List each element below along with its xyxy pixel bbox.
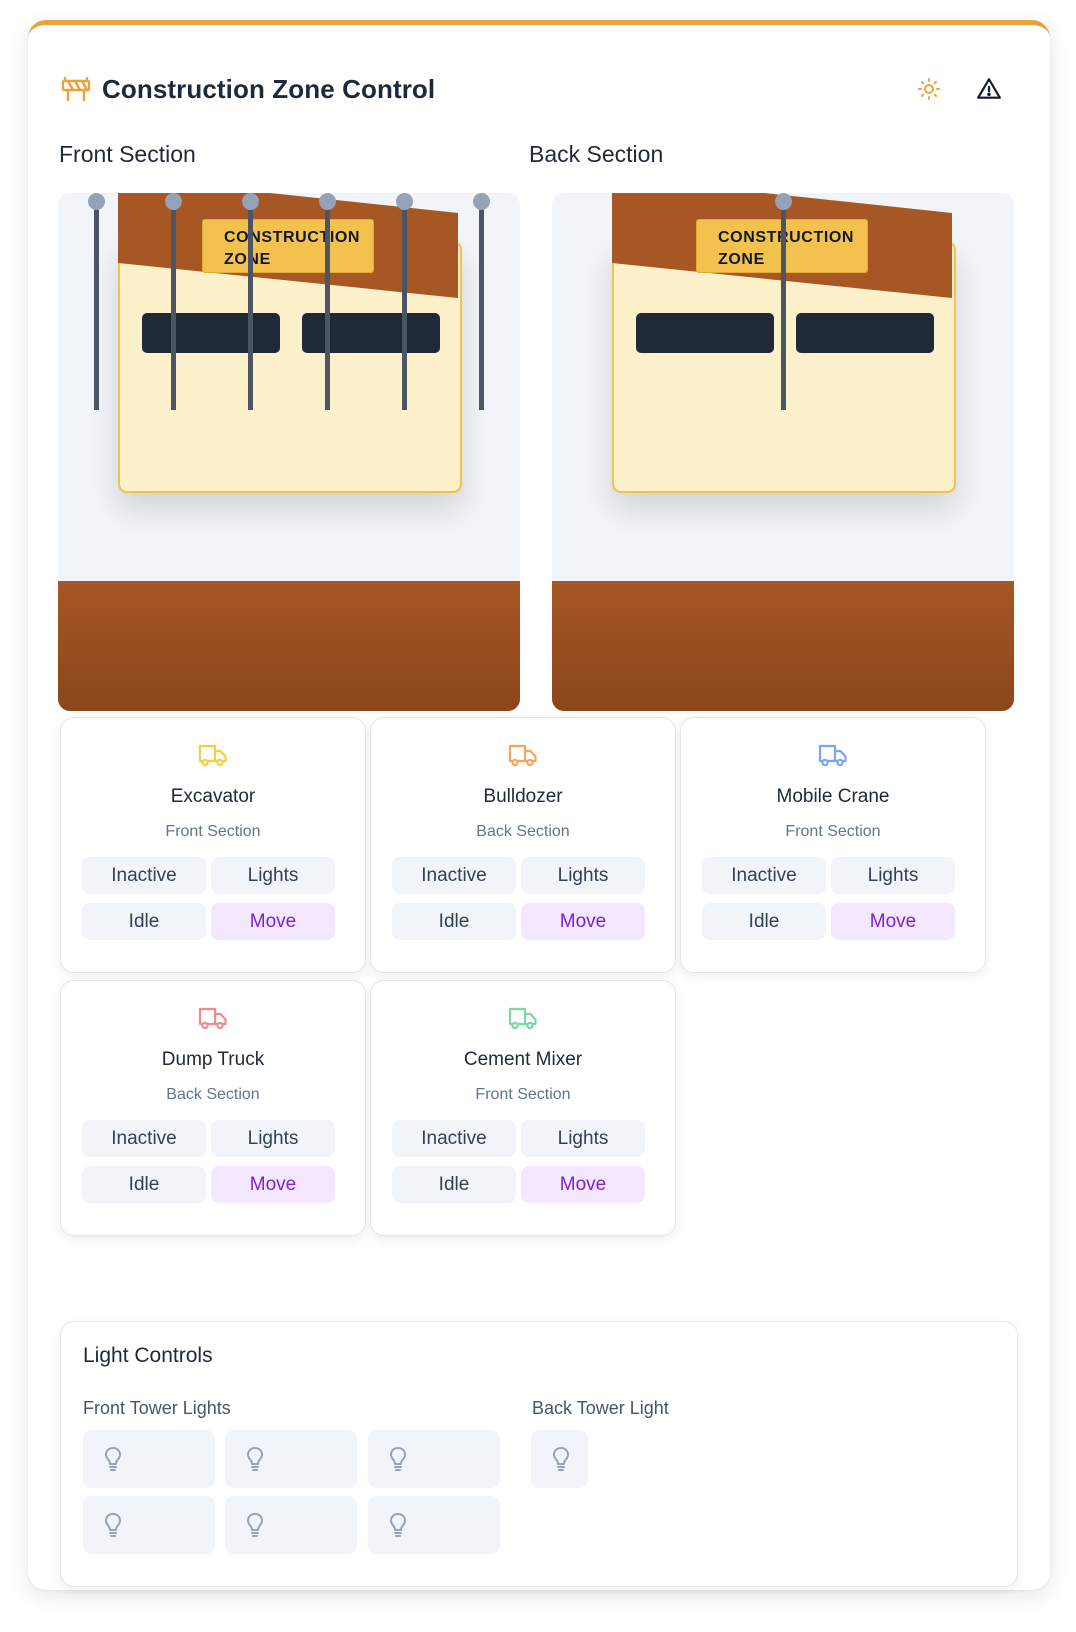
front-tower-light-button[interactable] [368, 1496, 500, 1554]
front-tower-light-button[interactable] [225, 1430, 357, 1488]
lightbulb-icon [245, 1512, 265, 1538]
vehicle-name: Cement Mixer [463, 1049, 583, 1070]
page-title: Construction Zone Control [102, 73, 436, 104]
sign-line: ZONE [224, 249, 373, 271]
back-section-label: Back Section [529, 141, 664, 167]
light-pole [473, 193, 490, 410]
back-section-scene: CONSTRUCTION ZONE [552, 193, 1014, 711]
inactive-button[interactable]: Inactive [392, 857, 516, 894]
front-tower-light-button[interactable] [368, 1430, 500, 1488]
idle-button[interactable]: Idle [392, 1166, 516, 1203]
move-button[interactable]: Move [211, 1166, 335, 1203]
building-window [796, 313, 934, 353]
front-section-scene: CONSTRUCTION ZONE [58, 193, 520, 711]
ground [552, 581, 1014, 711]
building-window [636, 313, 774, 353]
vehicle-location: Back Section [476, 823, 570, 840]
move-button[interactable]: Move [521, 903, 645, 940]
construction-sign: CONSTRUCTION ZONE [202, 219, 374, 273]
vehicle-card: Excavator Front Section Inactive Lights Idle… [60, 717, 366, 973]
lightbulb-icon [388, 1512, 408, 1538]
inactive-button[interactable]: Inactive [702, 857, 826, 894]
light-pole [396, 193, 413, 410]
truck-icon [371, 1005, 675, 1031]
lights-button[interactable]: Lights [521, 857, 645, 894]
vehicle-location: Front Section [165, 823, 261, 840]
building-window [142, 313, 280, 353]
header: Construction Zone Control [60, 67, 1018, 111]
vehicle-card: Bulldozer Back Section Inactive Lights Idle M… [370, 717, 676, 973]
warning-icon[interactable] [970, 70, 1008, 108]
move-button[interactable]: Move [211, 903, 335, 940]
idle-button[interactable]: Idle [82, 1166, 206, 1203]
light-pole [88, 193, 105, 410]
light-pole [242, 193, 259, 410]
idle-button[interactable]: Idle [82, 903, 206, 940]
idle-button[interactable]: Idle [392, 903, 516, 940]
header-actions [910, 70, 1018, 108]
light-controls-title: Light Controls [83, 1344, 213, 1367]
lights-button[interactable]: Lights [211, 857, 335, 894]
sign-line: CONSTRUCTION [224, 229, 361, 246]
lightbulb-icon [103, 1512, 123, 1538]
inactive-button[interactable]: Inactive [82, 1120, 206, 1157]
lightbulb-icon [388, 1446, 408, 1472]
inactive-button[interactable]: Inactive [82, 857, 206, 894]
vehicle-card: Dump Truck Back Section Inactive Lights Idle… [60, 980, 366, 1236]
inactive-button[interactable]: Inactive [392, 1120, 516, 1157]
lights-button[interactable]: Lights [521, 1120, 645, 1157]
truck-icon [61, 1005, 365, 1031]
idle-button[interactable]: Idle [702, 903, 826, 940]
front-tower-light-button[interactable] [83, 1430, 215, 1488]
lights-button[interactable]: Lights [211, 1120, 335, 1157]
move-button[interactable]: Move [521, 1166, 645, 1203]
light-pole [775, 193, 792, 410]
light-pole [319, 193, 336, 410]
vehicle-location: Front Section [475, 1086, 571, 1103]
roadblock-icon [60, 73, 92, 105]
back-tower-light-button[interactable] [531, 1430, 588, 1488]
building-window [302, 313, 440, 353]
construction-zone-panel: Construction Zone Control Front Section … [28, 20, 1050, 1590]
lights-button[interactable]: Lights [831, 857, 955, 894]
vehicle-location: Front Section [785, 823, 881, 840]
sign-line: ZONE [718, 251, 765, 268]
ground [58, 581, 520, 711]
truck-icon [681, 742, 985, 768]
front-section-label: Front Section [59, 141, 196, 167]
vehicle-name: Bulldozer [483, 786, 563, 807]
vehicle-name: Excavator [170, 786, 256, 807]
vehicle-name: Mobile Crane [776, 786, 890, 807]
sign-line: CONSTRUCTION [718, 229, 855, 246]
move-button[interactable]: Move [831, 903, 955, 940]
light-controls-card: Light Controls Front Tower Lights Back T… [60, 1321, 1018, 1587]
vehicle-location: Back Section [166, 1086, 260, 1103]
lightbulb-icon [551, 1446, 571, 1472]
vehicle-card: Mobile Crane Front Section Inactive Lights I… [680, 717, 986, 973]
truck-icon [61, 742, 365, 768]
front-tower-light-button[interactable] [225, 1496, 357, 1554]
back-tower-light-label: Back Tower Light [532, 1398, 669, 1418]
front-tower-light-button[interactable] [83, 1496, 215, 1554]
lightbulb-icon [245, 1446, 265, 1472]
truck-icon [371, 742, 675, 768]
front-tower-lights-label: Front Tower Lights [83, 1398, 231, 1418]
sun-icon[interactable] [910, 70, 948, 108]
light-pole [165, 193, 182, 410]
lightbulb-icon [103, 1446, 123, 1472]
vehicle-card: Cement Mixer Front Section Inactive Lights I… [370, 980, 676, 1236]
vehicle-name: Dump Truck [161, 1049, 265, 1070]
